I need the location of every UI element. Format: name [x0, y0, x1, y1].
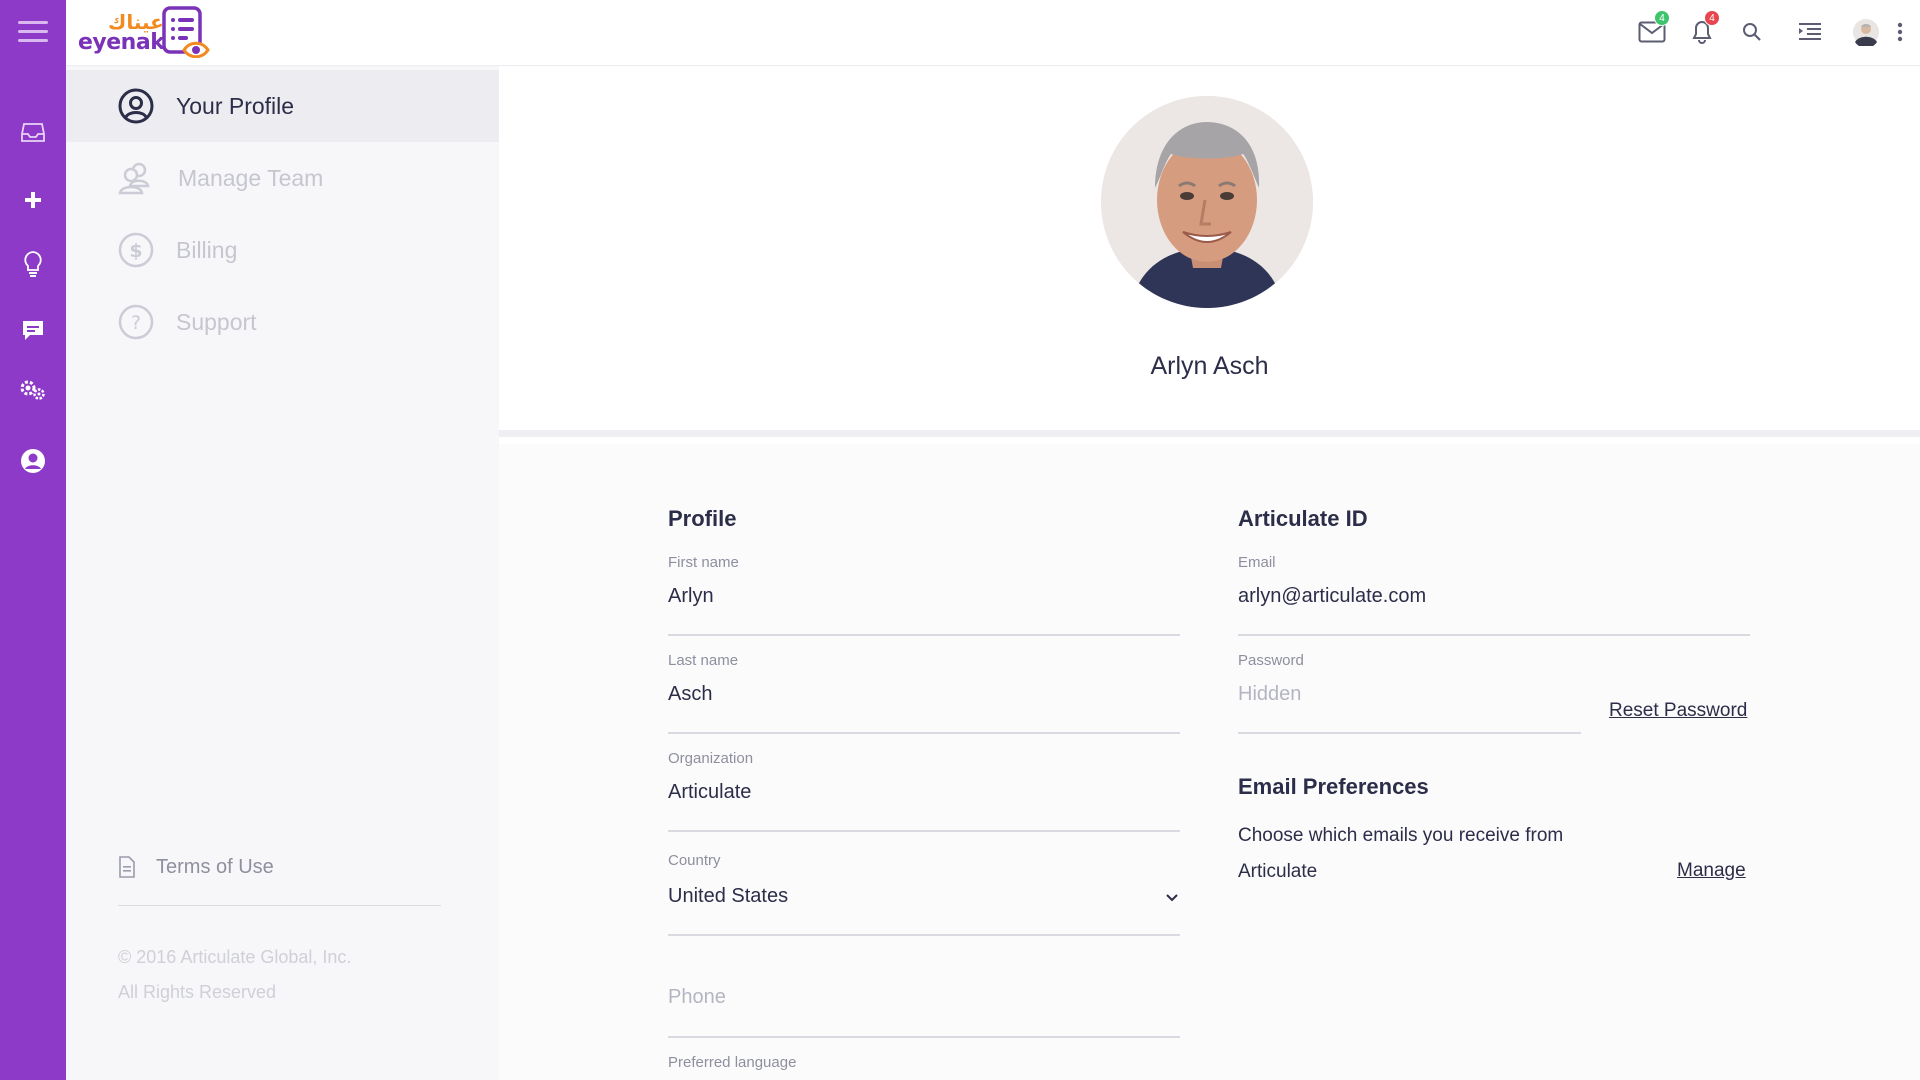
rail-inbox-button[interactable] — [0, 112, 66, 152]
sidebar-item-support[interactable]: ? Support — [66, 286, 499, 358]
organization-label: Organization — [668, 750, 754, 767]
dollar-icon: $ — [118, 232, 154, 268]
rail-messages-button[interactable] — [0, 310, 66, 350]
last-name-label: Last name — [668, 652, 739, 669]
email-label: Email — [1238, 554, 1276, 571]
team-icon — [118, 162, 150, 195]
mail-count-badge: 4 — [1654, 10, 1670, 26]
search-icon — [1743, 23, 1761, 41]
email-preferences-title: Email Preferences — [1238, 774, 1429, 799]
reset-password-link[interactable]: Reset Password — [1609, 700, 1747, 722]
organization-value: Articulate — [668, 781, 752, 803]
hamburger-icon — [18, 21, 48, 42]
sidebar-item-label: Billing — [176, 236, 238, 263]
copyright-line: © 2016 Articulate Global, Inc. — [118, 947, 352, 967]
profile-photo[interactable] — [1101, 96, 1313, 308]
mail-button[interactable]: 4 — [1634, 10, 1670, 50]
country-value: United States — [668, 885, 789, 907]
plus-icon — [25, 192, 41, 208]
copyright-text: © 2016 Articulate Global, Inc. All Right… — [118, 940, 351, 1010]
sidebar-item-your-profile[interactable]: Your Profile — [66, 70, 499, 142]
sidebar-item-manage-team[interactable]: Manage Team — [66, 142, 499, 214]
rail-account-button[interactable] — [0, 441, 66, 481]
last-name-field[interactable]: Last name Asch — [668, 652, 1180, 734]
manage-preferences-link[interactable]: Manage — [1677, 860, 1746, 882]
top-bar: عيناك eyenak 4 4 — [66, 0, 1920, 66]
email-preferences-description: Choose which emails you receive from Art… — [1238, 825, 1564, 882]
lightbulb-icon — [24, 251, 42, 277]
password-field[interactable]: Password Hidden — [1238, 652, 1581, 734]
settings-sidebar: Your Profile Manage Team $ Billing ? Sup… — [66, 66, 499, 1080]
password-placeholder: Hidden — [1238, 683, 1302, 705]
profile-full-name: Arlyn Asch — [1150, 352, 1269, 380]
eyenak-logo[interactable]: عيناك eyenak — [78, 6, 218, 60]
terms-of-use-label: Terms of Use — [156, 856, 274, 878]
avatar-icon — [1853, 19, 1879, 46]
hamburger-menu-button[interactable] — [0, 12, 66, 52]
user-avatar-button[interactable] — [1848, 14, 1884, 50]
email-value: arlyn@articulate.com — [1238, 585, 1427, 607]
question-icon: ? — [118, 304, 154, 340]
svg-text:?: ? — [131, 312, 141, 334]
articulate-id-title: Articulate ID — [1238, 506, 1368, 531]
rights-line: All Rights Reserved — [118, 982, 277, 1002]
app-rail — [0, 0, 66, 1080]
more-options-button[interactable] — [1888, 14, 1912, 50]
country-select[interactable]: Country United States — [668, 852, 1180, 936]
phone-field[interactable]: Phone — [668, 964, 1180, 1038]
profile-header: Arlyn Asch — [499, 66, 1920, 437]
gears-icon — [20, 380, 45, 400]
user-circle-icon — [21, 449, 45, 473]
more-vertical-icon — [1897, 22, 1903, 42]
inbox-icon — [21, 123, 45, 142]
rail-ideas-button[interactable] — [0, 244, 66, 284]
preferred-language-label: Preferred language — [668, 1054, 797, 1071]
sidebar-item-label: Manage Team — [178, 164, 324, 191]
notification-count-badge: 4 — [1704, 10, 1720, 26]
notifications-button[interactable]: 4 — [1684, 10, 1720, 50]
svg-text:$: $ — [129, 240, 142, 262]
first-name-field[interactable]: First name Arlyn — [668, 554, 1180, 636]
rail-settings-button[interactable] — [0, 370, 66, 410]
sidebar-item-label: Your Profile — [176, 92, 295, 119]
user-circle-icon — [118, 88, 154, 124]
document-icon — [119, 856, 135, 878]
chevron-down-icon — [1166, 894, 1178, 902]
profile-portrait-icon — [1101, 96, 1313, 308]
logo-mark-icon — [162, 6, 210, 58]
first-name-label: First name — [668, 554, 739, 571]
organization-field[interactable]: Organization Articulate — [668, 750, 1180, 832]
password-label: Password — [1238, 652, 1304, 669]
search-button[interactable] — [1734, 14, 1770, 50]
sidebar-item-billing[interactable]: $ Billing — [66, 214, 499, 286]
first-name-value: Arlyn — [668, 585, 714, 607]
chat-icon — [23, 321, 43, 340]
country-label: Country — [668, 852, 721, 869]
phone-placeholder: Phone — [668, 986, 726, 1008]
toggle-panel-button[interactable] — [1792, 14, 1828, 50]
rail-add-button[interactable] — [0, 180, 66, 220]
sidebar-item-label: Support — [176, 308, 257, 335]
terms-of-use-link[interactable]: Terms of Use — [118, 850, 441, 906]
indent-list-icon — [1799, 23, 1821, 40]
logo-latin-text: eyenak — [78, 30, 165, 55]
email-field[interactable]: Email arlyn@articulate.com — [1238, 554, 1750, 636]
profile-form-area: Profile First name Arlyn Last name Asch … — [499, 444, 1920, 1080]
profile-section-title: Profile — [668, 506, 737, 531]
last-name-value: Asch — [668, 683, 713, 705]
